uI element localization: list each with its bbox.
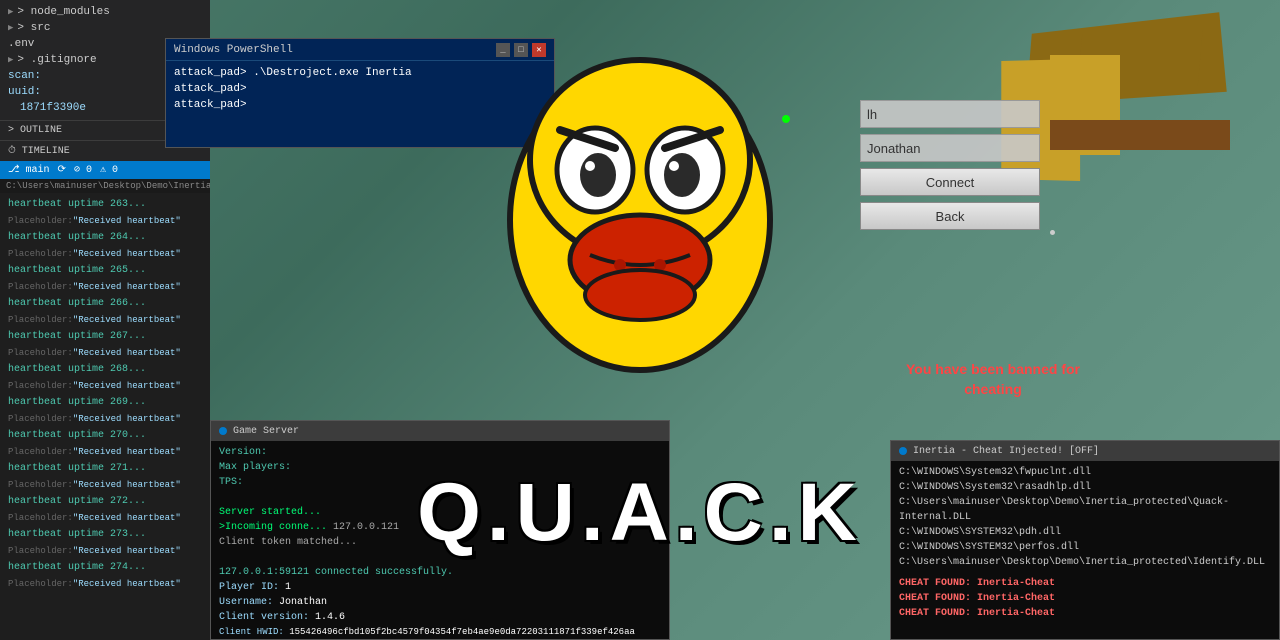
console-line: heartbeat uptime 270... Placeholder:"Rec…: [8, 428, 202, 461]
file-tree-label: > src: [17, 22, 50, 34]
titlebar-dot: [899, 447, 907, 455]
console-line: heartbeat uptime 269... Placeholder:"Rec…: [8, 395, 202, 428]
gs-line: Client HWID: 155426496cfbd105f2bc4579f04…: [219, 625, 661, 639]
collapse-arrow: ▶: [8, 23, 13, 33]
dll-entry: C:\WINDOWS\SYSTEM32\pdh.dll: [899, 525, 1271, 540]
file-tree-label: > node_modules: [17, 6, 109, 18]
file-tree-label: .env: [8, 38, 34, 50]
status-bar: ⎇ main ⟳ ⊘ 0 ⚠ 0: [0, 161, 210, 179]
timeline-label: ⏱ TIMELINE: [8, 146, 70, 157]
dll-entry: C:\Users\mainuser\Desktop\Demo\Inertia_p…: [899, 495, 1271, 525]
file-tree-item[interactable]: ▶ > src: [0, 20, 210, 36]
gs-line: Version:: [219, 445, 661, 460]
ip-address-input[interactable]: [860, 100, 1040, 128]
git-branch[interactable]: ⎇ main: [8, 164, 50, 176]
cheat-found-entry: CHEAT FOUND: Inertia-Cheat: [899, 606, 1271, 621]
file-tree-label: scan:: [8, 70, 41, 82]
game-decoration-platform: [1050, 120, 1230, 150]
editor-console: heartbeat uptime 263... Placeholder:"Rec…: [0, 193, 210, 597]
console-line: heartbeat uptime 272... Placeholder:"Rec…: [8, 494, 202, 527]
warning-count: ⚠ 0: [100, 164, 118, 176]
collapse-arrow: ▶: [8, 55, 13, 65]
powershell-title: Windows PowerShell: [174, 44, 293, 56]
console-line: heartbeat uptime 274... Placeholder:"Rec…: [8, 560, 202, 593]
file-tree-label: 1871f3390e: [20, 102, 86, 114]
console-line: heartbeat uptime 268... Placeholder:"Rec…: [8, 362, 202, 395]
console-line: heartbeat uptime 273... Placeholder:"Rec…: [8, 527, 202, 560]
game-server-title: Game Server: [233, 426, 299, 437]
cheat-log: C:\WINDOWS\System32\fwpuclnt.dll C:\WIND…: [891, 461, 1279, 639]
ban-message-text: You have been banned forcheating: [906, 361, 1080, 397]
dll-entry: C:\WINDOWS\System32\fwpuclnt.dll: [899, 465, 1271, 480]
dll-entry: C:\Users\mainuser\Desktop\Demo\Inertia_p…: [899, 555, 1271, 570]
console-line: heartbeat uptime 263... Placeholder:"Rec…: [8, 197, 202, 230]
back-button[interactable]: Back: [860, 202, 1040, 230]
dll-entry: C:\WINDOWS\System32\rasadhlp.dll: [899, 480, 1271, 495]
connect-dialog: Connect Back: [860, 100, 1040, 230]
gs-line: Player ID: 1: [219, 580, 661, 595]
console-line: heartbeat uptime 267... Placeholder:"Rec…: [8, 329, 202, 362]
ban-message: You have been banned forcheating: [906, 360, 1080, 399]
game-server-titlebar: Game Server: [211, 421, 669, 441]
cheat-console-title: Inertia - Cheat Injected! [OFF]: [913, 446, 1099, 457]
status-indicator-small: [1050, 230, 1055, 235]
collapse-arrow: ▶: [8, 7, 13, 17]
gs-line: Client version: 1.4.6: [219, 610, 661, 625]
error-count: ⊘ 0: [74, 164, 92, 176]
gs-line: 127.0.0.1:59121 connected successfully.: [219, 565, 661, 580]
titlebar-dot: [219, 427, 227, 435]
file-tree-label: uuid:: [8, 86, 41, 98]
sync-icon[interactable]: ⟳: [58, 164, 66, 176]
connect-button[interactable]: Connect: [860, 168, 1040, 196]
outline-label: > OUTLINE: [8, 125, 62, 136]
duck-svg: [480, 40, 800, 400]
editor-path: C:\Users\mainuser\Desktop\Demo\Inertia_p…: [0, 179, 210, 193]
cheat-detection-console: Inertia - Cheat Injected! [OFF] C:\WINDO…: [890, 440, 1280, 640]
file-tree-item[interactable]: ▶ > node_modules: [0, 4, 210, 20]
username-input[interactable]: [860, 134, 1040, 162]
quack-title: Q.U.A.C.K: [417, 466, 863, 560]
file-tree-label: > .gitignore: [17, 54, 96, 66]
console-line: heartbeat uptime 264... Placeholder:"Rec…: [8, 230, 202, 263]
console-line: heartbeat uptime 266... Placeholder:"Rec…: [8, 296, 202, 329]
duck-mascot: [480, 40, 800, 400]
gs-line: Username: Jonathan: [219, 595, 661, 610]
console-line: heartbeat uptime 265... Placeholder:"Rec…: [8, 263, 202, 296]
cheat-titlebar: Inertia - Cheat Injected! [OFF]: [891, 441, 1279, 461]
console-line: heartbeat uptime 271... Placeholder:"Rec…: [8, 461, 202, 494]
dll-entry: C:\WINDOWS\SYSTEM32\perfos.dll: [899, 540, 1271, 555]
cheat-found-entry: CHEAT FOUND: Inertia-Cheat: [899, 591, 1271, 606]
cheat-found-entry: CHEAT FOUND: Inertia-Cheat: [899, 576, 1271, 591]
